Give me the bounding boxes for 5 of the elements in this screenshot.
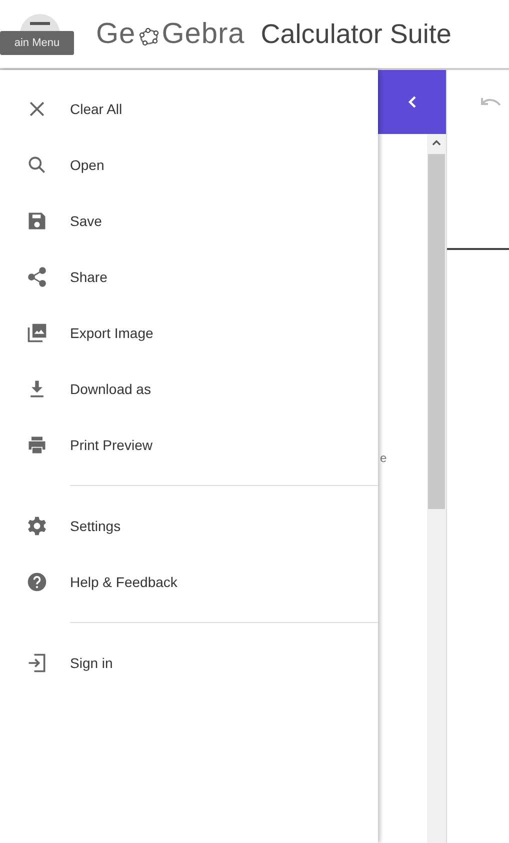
algebra-text: e	[380, 451, 387, 465]
logo-text: Gebra	[162, 18, 245, 50]
logo-text: Ge	[96, 18, 136, 50]
app-title: Calculator Suite	[260, 18, 452, 50]
tooltip: ain Menu	[0, 31, 74, 55]
